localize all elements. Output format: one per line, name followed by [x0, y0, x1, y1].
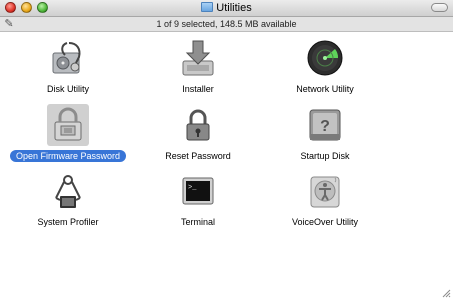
pin-icon[interactable]: ✎ — [3, 18, 15, 30]
window-title: Utilities — [216, 2, 252, 14]
item-terminal[interactable]: >_ Terminal — [130, 170, 266, 230]
item-label: Network Utility — [296, 84, 354, 94]
item-installer[interactable]: Installer — [130, 37, 266, 97]
item-label: System Profiler — [37, 217, 99, 227]
item-label: Reset Password — [165, 151, 231, 161]
network-utility-icon — [304, 37, 346, 79]
installer-icon — [177, 37, 219, 79]
item-startup-disk[interactable]: ? Startup Disk — [257, 104, 393, 164]
item-reset-password[interactable]: Reset Password — [130, 104, 266, 164]
item-voiceover-utility[interactable]: VoiceOver Utility — [257, 170, 393, 230]
item-label: Open Firmware Password — [9, 150, 127, 162]
item-network-utility[interactable]: Network Utility — [257, 37, 393, 97]
item-disk-utility[interactable]: Disk Utility — [0, 37, 136, 97]
finder-window: Utilities ✎ 1 of 9 selected, 148.5 MB av… — [0, 0, 453, 300]
icon-grid: Disk Utility Installer Network Utility O… — [0, 32, 453, 300]
svg-text:?: ? — [320, 118, 330, 135]
svg-text:>_: >_ — [188, 184, 197, 192]
open-firmware-password-icon — [47, 104, 89, 146]
status-bar: ✎ 1 of 9 selected, 148.5 MB available — [0, 17, 453, 32]
status-text: 1 of 9 selected, 148.5 MB available — [156, 19, 297, 29]
window-title-area: Utilities — [0, 1, 453, 15]
item-label: Terminal — [180, 217, 215, 227]
reset-password-icon — [177, 104, 219, 146]
folder-icon — [201, 2, 214, 12]
terminal-icon: >_ — [177, 170, 219, 212]
item-label: VoiceOver Utility — [291, 217, 359, 227]
system-profiler-icon — [47, 170, 89, 212]
item-label: Disk Utility — [47, 84, 89, 94]
item-label: Startup Disk — [300, 151, 350, 161]
voiceover-utility-icon — [304, 170, 346, 212]
resize-handle[interactable] — [442, 289, 451, 298]
item-label: Installer — [182, 84, 214, 94]
disk-utility-icon — [47, 37, 89, 79]
title-bar[interactable]: Utilities — [0, 0, 453, 17]
toolbar-toggle-button[interactable] — [431, 3, 448, 12]
startup-disk-icon: ? — [304, 104, 346, 146]
item-open-firmware-password[interactable]: Open Firmware Password — [0, 104, 136, 164]
item-system-profiler[interactable]: System Profiler — [0, 170, 136, 230]
